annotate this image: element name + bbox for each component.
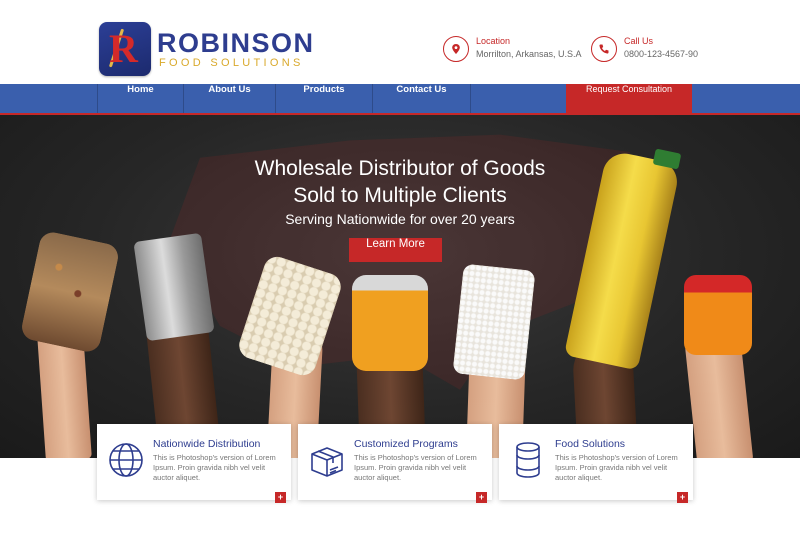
honey-jar-image — [352, 275, 428, 371]
hero-title-line2: Sold to Multiple Clients — [293, 184, 507, 207]
learn-more-button[interactable]: Learn More — [349, 238, 442, 262]
card-text: This is Photoshop's version of Lorem Ips… — [354, 453, 477, 482]
feature-card-nationwide[interactable]: Nationwide Distribution This is Photosho… — [97, 424, 291, 503]
hero-title-line1: Wholesale Distributor of Goods — [254, 157, 546, 180]
card-more-button[interactable]: + — [476, 492, 487, 503]
nav-item-products[interactable]: Products — [275, 84, 372, 113]
card-title: Food Solutions — [555, 438, 626, 450]
phone-icon — [591, 36, 617, 62]
feature-card-customized[interactable]: Customized Programs This is Photoshop's … — [298, 424, 492, 503]
feature-card-food-solutions[interactable]: Food Solutions This is Photoshop's versi… — [499, 424, 693, 503]
card-text: This is Photoshop's version of Lorem Ips… — [153, 453, 276, 482]
hero-tagline: Serving Nationwide for over 20 years — [285, 211, 515, 227]
hero-banner: Wholesale Distributor of Goods Sold to Mu… — [0, 115, 800, 458]
brand-tagline: FOOD SOLUTIONS — [159, 57, 304, 69]
main-nav: Home About Us Products Contact Us Reques… — [0, 84, 800, 115]
logo-icon[interactable]: R — [99, 22, 151, 76]
page: R ROBINSON FOOD SOLUTIONS Location Morri… — [0, 0, 800, 550]
request-consultation-button[interactable]: Request Consultation — [566, 84, 692, 113]
nav-item-contact-us[interactable]: Contact Us — [372, 84, 471, 113]
card-title: Customized Programs — [354, 438, 458, 450]
phone-value[interactable]: 0800-123-4567-90 — [624, 49, 698, 60]
brand-name[interactable]: ROBINSON — [157, 29, 315, 57]
map-pin-icon — [443, 36, 469, 62]
card-more-button[interactable]: + — [677, 492, 688, 503]
beans-jar-image — [19, 229, 121, 355]
rice-bag-image — [452, 263, 536, 381]
card-more-button[interactable]: + — [275, 492, 286, 503]
card-title: Nationwide Distribution — [153, 438, 261, 450]
location-value: Morrilton, Arkansas, U.S.A — [476, 49, 582, 59]
peanut-butter-jar-image — [684, 275, 752, 355]
site-header: R ROBINSON FOOD SOLUTIONS Location Morri… — [0, 0, 800, 84]
tin-can-image — [133, 232, 215, 342]
location-label: Location — [476, 36, 511, 46]
phone-label: Call Us — [624, 36, 654, 46]
can-icon — [509, 440, 547, 480]
hero-title: Wholesale Distributor of Goods Sold to Mu… — [0, 155, 800, 209]
box-icon — [308, 440, 346, 480]
logo-letter: R — [109, 26, 138, 71]
nav-item-home[interactable]: Home — [97, 84, 183, 113]
nav-item-about-us[interactable]: About Us — [183, 84, 275, 113]
globe-icon — [107, 440, 145, 480]
card-text: This is Photoshop's version of Lorem Ips… — [555, 453, 678, 482]
